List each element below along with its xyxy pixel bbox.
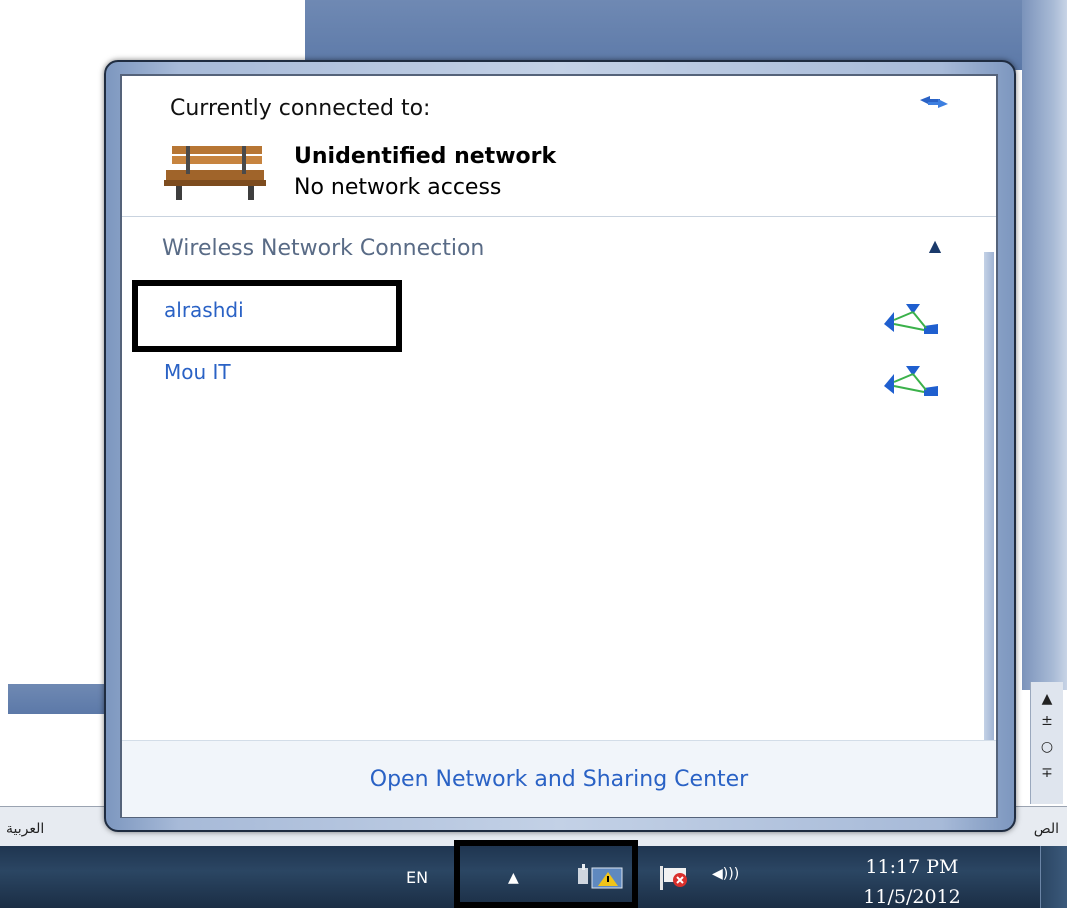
background-window-left-bar [8, 684, 118, 714]
wifi-signal-icon [884, 366, 938, 396]
background-scrollbar[interactable]: ▲ ± ○ ∓ [1030, 682, 1063, 804]
open-network-sharing-center-link[interactable]: Open Network and Sharing Center [122, 767, 996, 792]
scroll-up-arrow-icon[interactable]: ▲ [1037, 690, 1057, 708]
wifi-network-item[interactable]: Mou IT [122, 352, 996, 400]
current-connection-section: Currently connected to: Unidentified net… [122, 76, 996, 216]
flyout-scrollbar[interactable] [984, 252, 994, 742]
show-desktop-button[interactable] [1040, 846, 1067, 908]
wifi-network-name[interactable]: Mou IT [164, 360, 231, 384]
network-flyout: Currently connected to: Unidentified net… [120, 74, 998, 818]
network-item-highlight-box [132, 280, 402, 352]
refresh-icon[interactable] [914, 86, 954, 116]
network-status: No network access [294, 175, 502, 200]
scroll-bottom-icon[interactable]: ∓ [1037, 764, 1057, 782]
language-indicator[interactable]: EN [406, 868, 428, 887]
language-tab-right[interactable]: الص [1034, 821, 1059, 837]
background-window-edge [1022, 0, 1067, 690]
wireless-section-title[interactable]: Wireless Network Connection [162, 236, 484, 261]
flyout-footer: Open Network and Sharing Center [122, 740, 996, 817]
language-tab-left[interactable]: العربية [6, 821, 44, 837]
section-divider [122, 216, 996, 217]
tray-highlight-box [454, 840, 638, 908]
scroll-browse-icon[interactable]: ○ [1037, 738, 1057, 756]
bench-network-icon [164, 146, 266, 200]
clock-time[interactable]: 11:17 PM [822, 856, 1002, 878]
clock-date[interactable]: 11/5/2012 [822, 886, 1002, 908]
action-center-flag-icon[interactable] [656, 864, 696, 890]
chevron-up-icon[interactable]: ▲ [922, 236, 948, 260]
scroll-top-icon[interactable]: ± [1037, 712, 1057, 730]
volume-speaker-icon[interactable]: ◀))) [712, 866, 748, 890]
wifi-signal-icon [884, 304, 938, 334]
network-name: Unidentified network [294, 144, 557, 169]
currently-connected-label: Currently connected to: [170, 96, 431, 121]
